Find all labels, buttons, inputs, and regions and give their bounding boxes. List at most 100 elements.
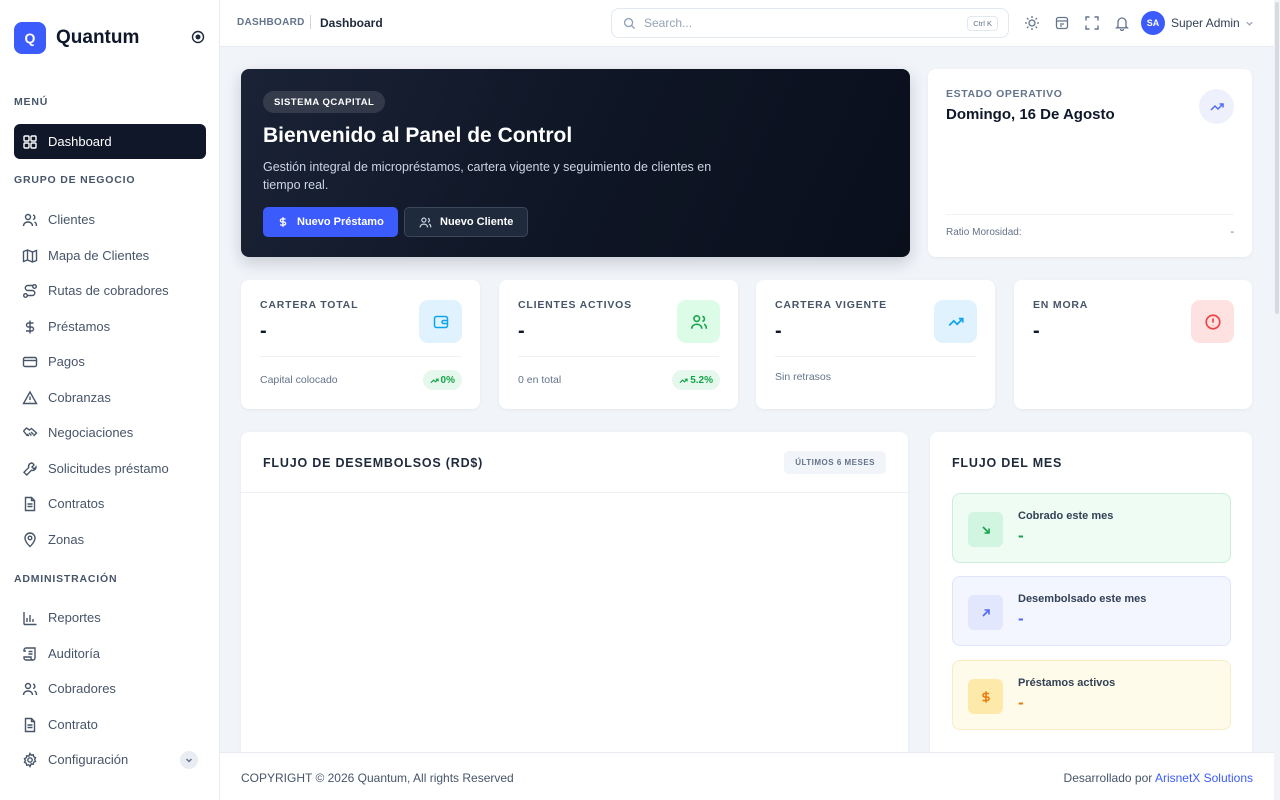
sidebar-item-cobranzas[interactable]: Cobranzas: [14, 380, 206, 415]
sidebar-item-auditoria[interactable]: Auditoría: [14, 636, 206, 671]
developer-credit: Desarrollado por ArisnetX Solutions: [1064, 771, 1253, 785]
wrench-icon: [22, 461, 38, 477]
monthly-item-value: -: [1018, 526, 1024, 545]
breadcrumb-root[interactable]: DASHBOARD: [237, 17, 305, 28]
divider: [241, 492, 908, 493]
map-icon: [22, 248, 38, 264]
sidebar-item-label: Reportes: [48, 610, 101, 625]
sidebar-item-cobradores[interactable]: Cobradores: [14, 671, 206, 706]
sidebar-item-contrato[interactable]: Contrato: [14, 707, 206, 742]
stat-trend-badge: 5.2%: [672, 370, 720, 390]
stat-value: -: [775, 320, 782, 342]
sidebar-item-rutas-cobradores[interactable]: Rutas de cobradores: [14, 273, 206, 308]
stat-label: CLIENTES ACTIVOS: [518, 299, 632, 311]
developer-link[interactable]: ArisnetX Solutions: [1155, 771, 1253, 785]
sidebar-item-label: Cobranzas: [48, 390, 111, 405]
delinquency-ratio-label: Ratio Morosidad:: [946, 227, 1022, 238]
bell-icon[interactable]: [1114, 15, 1130, 31]
scrollbar[interactable]: [1274, 0, 1280, 800]
status-label: ESTADO OPERATIVO: [946, 88, 1063, 100]
file-icon: [22, 717, 38, 733]
stat-trend-value: 0%: [440, 374, 455, 386]
hero-description: Gestión integral de micropréstamos, cart…: [263, 160, 712, 192]
status-date: Domingo, 16 De Agosto: [946, 106, 1115, 123]
stat-trend-value: 5.2%: [690, 374, 713, 386]
monthly-item-value: -: [1018, 609, 1024, 628]
trend-up-icon: [679, 378, 688, 383]
wallet-icon: [419, 300, 462, 343]
stat-card-en-mora: EN MORA -: [1014, 280, 1252, 409]
copyright: COPYRIGHT © 2026 Quantum, All rights Res…: [241, 771, 514, 785]
bar-chart-icon: [22, 610, 38, 626]
monthly-active-loans-item: Préstamos activos -: [952, 660, 1231, 730]
topbar: DASHBOARD Dashboard Ctrl K SA Super Admi…: [220, 0, 1274, 47]
sidebar-item-dashboard[interactable]: Dashboard: [14, 124, 206, 159]
grid-icon: [22, 134, 38, 150]
sun-icon[interactable]: [1024, 15, 1040, 31]
credit-card-icon: [22, 354, 38, 370]
search-box[interactable]: Ctrl K: [611, 8, 1009, 38]
sidebar-item-label: Clientes: [48, 212, 95, 227]
calendar-icon[interactable]: [1054, 15, 1070, 31]
trend-up-icon: [1199, 89, 1234, 124]
new-loan-label: Nuevo Préstamo: [297, 216, 384, 228]
search-shortcut: Ctrl K: [967, 16, 998, 31]
users-icon: [677, 300, 720, 343]
card-title: FLUJO DE DESEMBOLSOS (RD$): [263, 456, 484, 470]
new-client-label: Nuevo Cliente: [440, 216, 514, 228]
users-icon: [22, 681, 38, 697]
nav-section-menu: MENÚ: [14, 96, 49, 108]
arrow-down-right-icon: [968, 512, 1003, 547]
sidebar-item-label: Solicitudes préstamo: [48, 461, 169, 476]
nav-section-grupo-negocio: GRUPO DE NEGOCIO: [14, 174, 136, 186]
sidebar-item-label: Dashboard: [48, 134, 112, 149]
nav-section-administracion: ADMINISTRACIÓN: [14, 573, 118, 585]
scrollbar-thumb[interactable]: [1275, 2, 1279, 314]
welcome-hero: SISTEMA QCAPITAL Bienvenido al Panel de …: [241, 69, 910, 257]
monthly-item-label: Cobrado este mes: [1018, 510, 1114, 522]
sidebar-item-label: Préstamos: [48, 319, 111, 334]
monthly-item-value: -: [1018, 693, 1024, 712]
sidebar-item-zonas[interactable]: Zonas: [14, 522, 206, 557]
sidebar-item-solicitudes-prestamo[interactable]: Solicitudes préstamo: [14, 451, 206, 486]
search-input[interactable]: [644, 16, 944, 30]
stat-footer: Sin retrasos: [775, 371, 832, 383]
sidebar-item-mapa-clientes[interactable]: Mapa de Clientes: [14, 238, 206, 273]
chevron-down-icon[interactable]: [1245, 19, 1254, 28]
gear-icon: [22, 751, 38, 768]
brand[interactable]: Q Quantum: [14, 22, 139, 54]
avatar[interactable]: SA: [1141, 11, 1165, 35]
new-loan-button[interactable]: Nuevo Préstamo: [263, 207, 398, 237]
stat-trend-badge: 0%: [422, 370, 462, 390]
new-client-button[interactable]: Nuevo Cliente: [404, 207, 529, 237]
file-icon: [22, 496, 38, 512]
scroll-icon: [22, 646, 38, 662]
sidebar-item-label: Zonas: [48, 532, 85, 547]
period-filter-button[interactable]: ÚLTIMOS 6 MESES: [784, 451, 886, 474]
route-icon: [22, 283, 38, 299]
divider: [775, 356, 976, 357]
footer: COPYRIGHT © 2026 Quantum, All rights Res…: [220, 752, 1274, 800]
sidebar-item-label: Contrato: [48, 717, 98, 732]
sidebar-item-configuracion[interactable]: Configuración: [14, 742, 206, 777]
users-icon: [419, 216, 432, 229]
user-name[interactable]: Super Admin: [1171, 16, 1240, 30]
stat-value: -: [260, 320, 267, 342]
stat-label: EN MORA: [1033, 299, 1089, 311]
sidebar-item-pagos[interactable]: Pagos: [14, 344, 206, 379]
sidebar-item-prestamos[interactable]: Préstamos: [14, 309, 206, 344]
fullscreen-icon[interactable]: [1084, 15, 1100, 31]
handshake-icon: [22, 425, 38, 441]
sidebar-item-label: Mapa de Clientes: [48, 248, 150, 263]
sidebar-toggle-icon[interactable]: [191, 30, 205, 44]
dollar-icon: [968, 679, 1003, 714]
monthly-item-label: Préstamos activos: [1018, 677, 1116, 689]
sidebar-item-reportes[interactable]: Reportes: [14, 600, 206, 635]
sidebar-item-label: Rutas de cobradores: [48, 283, 169, 298]
card-title: FLUJO DEL MES: [952, 456, 1063, 470]
sidebar-item-negociaciones[interactable]: Negociaciones: [14, 415, 206, 450]
sidebar-item-clientes[interactable]: Clientes: [14, 202, 206, 237]
sidebar-item-label: Contratos: [48, 496, 105, 511]
chevron-down-icon[interactable]: [180, 751, 198, 769]
sidebar-item-contratos[interactable]: Contratos: [14, 486, 206, 521]
